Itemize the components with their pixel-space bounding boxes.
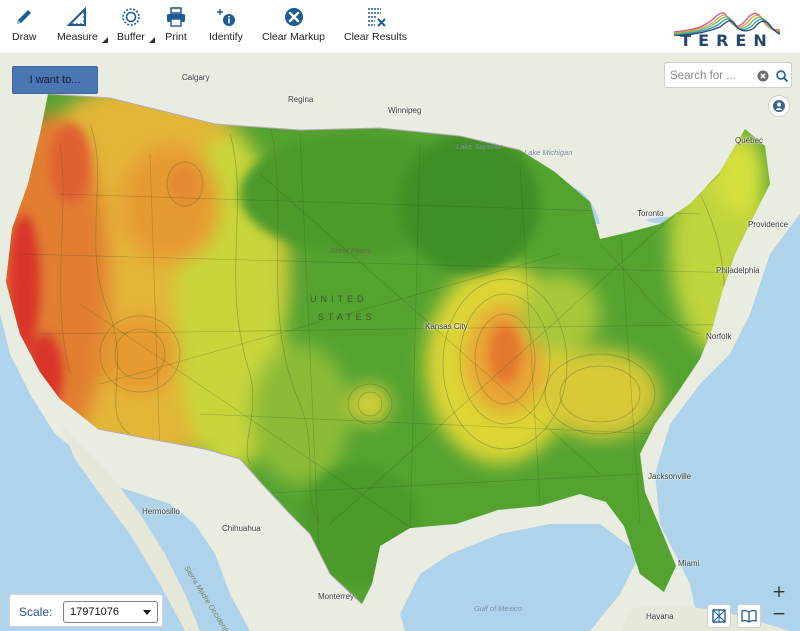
clear-markup-tool[interactable]: Clear Markup <box>262 6 325 43</box>
label-jacksonville: Jacksonville <box>648 472 692 481</box>
map-view[interactable]: Calgary Regina Winnipeg Great Plains UNI… <box>0 54 800 631</box>
clear-search-icon[interactable] <box>756 69 770 83</box>
tool-label: Draw <box>12 31 37 43</box>
label-hermosillo: Hermosillo <box>142 507 180 516</box>
label-lake-michigan: Lake Michigan <box>524 148 573 157</box>
label-states: STATES <box>318 312 376 322</box>
label-toronto: Toronto <box>637 209 664 218</box>
ruler-icon <box>67 6 87 26</box>
book-icon <box>741 610 757 623</box>
dropdown-caret-icon <box>148 37 155 43</box>
toolbar: Draw Measure Buffer Print Identify Clear… <box>0 0 800 54</box>
tool-label: Clear Results <box>344 31 408 43</box>
label-great-plains: Great Plains <box>330 246 372 255</box>
zoom-out-button[interactable]: − <box>768 603 790 625</box>
label-chihuahua: Chihuahua <box>222 524 261 533</box>
tool-label: Identify <box>209 31 243 43</box>
logo-text: TEREN <box>680 31 774 50</box>
label-winnipeg: Winnipeg <box>388 106 422 115</box>
chevron-down-icon <box>143 610 151 615</box>
label-united: UNITED <box>310 294 368 304</box>
label-philadelphia: Philadelphia <box>716 266 760 275</box>
label-regina: Regina <box>288 95 314 104</box>
label-lake-superior: Lake Superior <box>456 142 503 151</box>
measure-tool[interactable]: Measure <box>57 6 108 43</box>
clear-icon <box>284 8 303 26</box>
zoom-in-button[interactable]: + <box>768 581 790 603</box>
scale-value: 17971076 <box>70 606 119 618</box>
clear-results-icon <box>367 8 386 27</box>
identify-icon <box>216 9 235 26</box>
teren-logo: TEREN <box>672 6 782 50</box>
draw-tool[interactable]: Draw <box>12 6 37 43</box>
search-icon[interactable] <box>775 69 789 83</box>
label-kansas-city: Kansas City <box>425 322 468 331</box>
scale-label: Scale: <box>19 605 53 619</box>
i-want-to-button[interactable]: I want to... <box>12 66 98 94</box>
label-providence: Providence <box>748 220 789 229</box>
tool-label: Measure <box>57 31 98 43</box>
label-calgary: Calgary <box>182 73 210 82</box>
buffer-tool[interactable]: Buffer <box>117 6 155 43</box>
label-quebec: Québec <box>735 136 764 145</box>
print-tool[interactable]: Print <box>165 6 187 43</box>
scale-control: Scale: 17971076 <box>9 594 163 627</box>
location-pin-icon <box>773 100 785 112</box>
printer-icon <box>167 7 185 27</box>
search-input[interactable] <box>670 67 754 84</box>
basemap <box>0 54 800 631</box>
pencil-icon <box>17 10 32 24</box>
locate-button[interactable] <box>768 95 790 117</box>
tool-label: Print <box>165 31 187 43</box>
label-havana: Havana <box>646 612 674 621</box>
label-gulf-of-mexico: Gulf of Mexico <box>474 604 522 613</box>
tool-label: Buffer <box>117 31 145 43</box>
legend-button[interactable] <box>737 604 761 628</box>
label-monterrey: Monterrey <box>318 592 355 601</box>
identify-tool[interactable]: Identify <box>209 6 243 43</box>
map-grid-icon <box>712 609 726 623</box>
label-norfolk: Norfolk <box>706 332 732 341</box>
search-box <box>664 62 792 88</box>
basemap-button[interactable] <box>707 604 731 628</box>
dropdown-caret-icon <box>101 37 108 43</box>
clear-results-tool[interactable]: Clear Results <box>344 6 407 43</box>
label-miami: Miami <box>678 559 700 568</box>
zoom-control: + − <box>768 581 790 625</box>
buffer-icon <box>122 8 140 26</box>
scale-select[interactable]: 17971076 <box>63 601 158 623</box>
tool-label: Clear Markup <box>262 31 326 43</box>
